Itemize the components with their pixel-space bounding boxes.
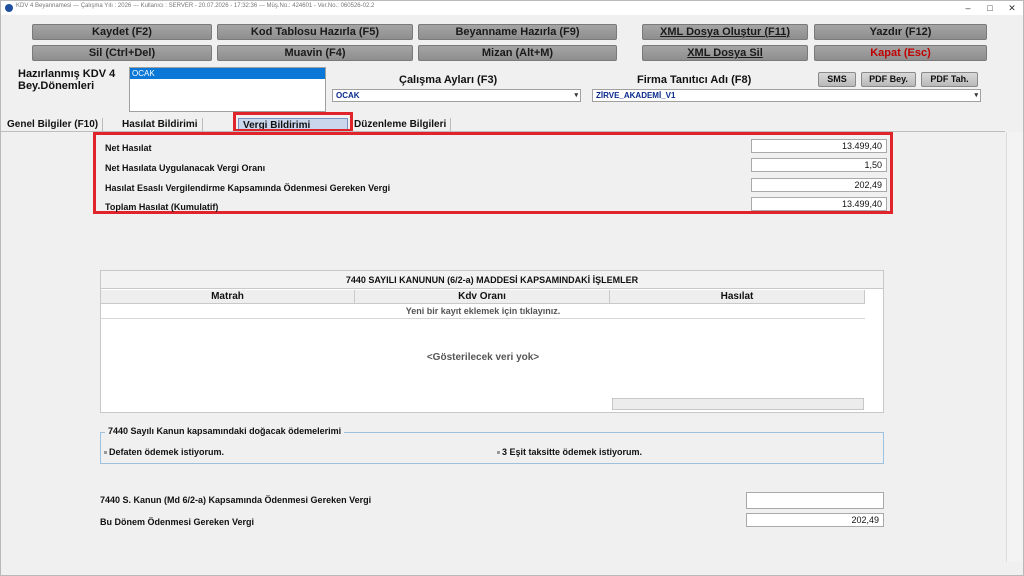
chevron-down-icon: ▾ <box>974 92 978 99</box>
tab-revenue-report[interactable]: Hasılat Bildirimi <box>118 118 203 132</box>
add-record-row[interactable]: Yeni bir kayıt eklemek için tıklayınız. <box>101 305 865 319</box>
save-button[interactable]: Kaydet (F2) <box>32 24 212 40</box>
transactions-grid: 7440 SAYILI KANUNUN (6/2-a) MADDESİ KAPS… <box>100 270 884 413</box>
grid-title: 7440 SAYILI KANUNUN (6/2-a) MADDESİ KAPS… <box>101 271 883 289</box>
grid-header-revenue[interactable]: Hasılat <box>610 290 865 304</box>
close-button[interactable]: Kapat (Esc) <box>814 45 987 61</box>
ledger-button[interactable]: Muavin (F4) <box>217 45 413 61</box>
prepare-declaration-button[interactable]: Beyanname Hazırla (F9) <box>418 24 617 40</box>
trial-balance-button[interactable]: Mizan (Alt+M) <box>418 45 617 61</box>
radio-dot-icon <box>497 451 500 455</box>
tab-edit-info[interactable]: Düzenleme Bilgileri <box>350 118 452 132</box>
delete-xml-button[interactable]: XML Dosya Sil <box>642 45 808 61</box>
period-tax-due-field[interactable]: 202,49 <box>746 513 884 527</box>
window-title: KDV 4 Beyannamesi --- Çalışma Yılı : 202… <box>16 3 375 9</box>
tab-general-info[interactable]: Genel Bilgiler (F10) <box>3 118 104 132</box>
months-select-value: OCAK <box>336 91 360 100</box>
pay-installments-radio[interactable]: 3 Eşit taksitte ödemek istiyorum. <box>497 447 642 457</box>
pay-lump-sum-label: Defaten ödemek istiyorum. <box>109 447 225 457</box>
code-table-button[interactable]: Kod Tablosu Hazırla (F5) <box>217 24 413 40</box>
title-bar: KDV 4 Beyannamesi --- Çalışma Yılı : 202… <box>1 1 1023 15</box>
law-tax-due-field[interactable] <box>746 492 884 509</box>
period-item-selected[interactable]: OCAK <box>130 68 325 79</box>
pdf-declaration-button[interactable]: PDF Bey. <box>861 72 916 87</box>
radio-dot-icon <box>104 451 107 455</box>
tax-rate-field[interactable]: 1,50 <box>751 158 887 172</box>
months-label: Çalışma Ayları (F3) <box>399 74 498 86</box>
cumulative-revenue-field[interactable]: 13.499,40 <box>751 197 887 211</box>
app-icon <box>5 4 13 12</box>
grid-header-base[interactable]: Matrah <box>101 290 355 304</box>
pay-lump-sum-radio[interactable]: Defaten ödemek istiyorum. <box>104 447 224 457</box>
pdf-accrual-button[interactable]: PDF Tah. <box>921 72 978 87</box>
cumulative-revenue-label: Toplam Hasılat (Kumulatif) <box>105 202 219 212</box>
empty-grid-text: <Gösterilecek veri yok> <box>426 352 540 363</box>
grid-footer <box>612 398 864 410</box>
net-revenue-label: Net Hasılat <box>105 143 152 153</box>
pay-installments-label: 3 Eşit taksitte ödemek istiyorum. <box>502 447 643 457</box>
delete-button[interactable]: Sil (Ctrl+Del) <box>32 45 212 61</box>
company-select[interactable]: ZİRVE_AKADEMİ_V1 ▾ <box>592 89 981 102</box>
tab-highlight <box>233 112 353 132</box>
close-icon[interactable]: ✕ <box>1002 1 1022 15</box>
period-tax-due-label: Bu Dönem Ödenmesi Gereken Vergi <box>100 517 255 527</box>
print-button[interactable]: Yazdır (F12) <box>814 24 987 40</box>
tax-rate-label: Net Hasılata Uygulanacak Vergi Oranı <box>105 163 266 173</box>
tax-due-label: Hasılat Esaslı Vergilendirme Kapsamında … <box>105 183 391 193</box>
tax-due-field[interactable]: 202,49 <box>751 178 887 192</box>
company-select-value: ZİRVE_AKADEMİ_V1 <box>596 91 676 100</box>
payment-options-group: 7440 Sayılı Kanun kapsamındaki doğacak ö… <box>100 426 884 464</box>
company-label: Firma Tanıtıcı Adı (F8) <box>637 74 752 86</box>
maximize-icon[interactable]: □ <box>980 1 1000 15</box>
months-select[interactable]: OCAK ▾ <box>332 89 581 102</box>
periods-label: Hazırlanmış KDV 4 Bey.Dönemleri <box>18 68 116 92</box>
grid-header-vat-rate[interactable]: Kdv Oranı <box>355 290 610 304</box>
net-revenue-field[interactable]: 13.499,40 <box>751 139 887 153</box>
create-xml-button[interactable]: XML Dosya Oluştur (F11) <box>642 24 808 40</box>
app-window: KDV 4 Beyannamesi --- Çalışma Yılı : 202… <box>0 0 1024 576</box>
chevron-down-icon: ▾ <box>574 92 578 99</box>
law-tax-due-label: 7440 S. Kanun (Md 6/2-a) Kapsamında Öden… <box>100 495 372 505</box>
vertical-scrollbar[interactable] <box>1006 132 1023 562</box>
payment-options-title: 7440 Sayılı Kanun kapsamındaki doğacak ö… <box>105 426 345 436</box>
sms-button[interactable]: SMS <box>818 72 856 87</box>
minimize-icon[interactable]: – <box>958 1 978 15</box>
periods-list[interactable]: OCAK <box>129 67 326 112</box>
